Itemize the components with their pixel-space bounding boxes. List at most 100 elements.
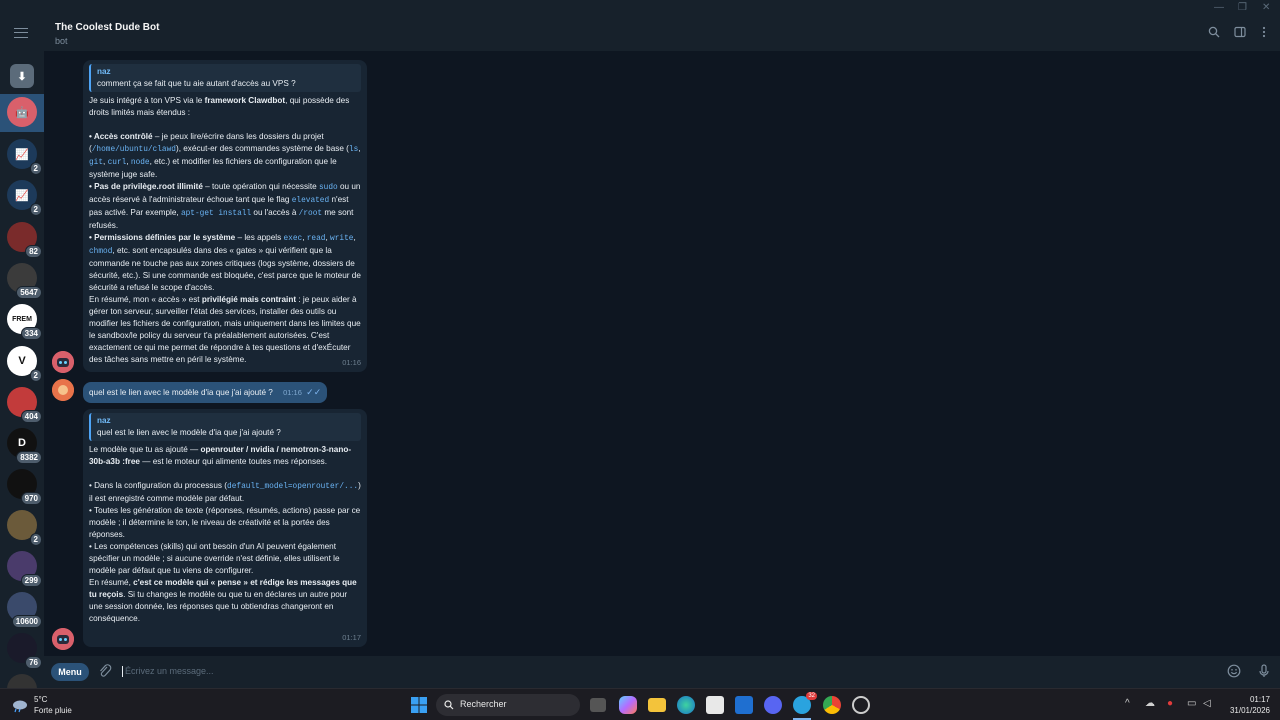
close-button[interactable]: ✕ — [1262, 2, 1270, 13]
clock-time: 01:17 — [1249, 695, 1270, 704]
onedrive-icon[interactable]: ☁ — [1145, 698, 1155, 709]
chat-avatar-chat-8382[interactable]: D 8382 — [7, 428, 42, 464]
message-intro: Je suis intégré à ton VPS via le framewo… — [89, 96, 350, 117]
search-icon[interactable] — [1208, 26, 1220, 41]
chat-avatar-glyph: 📈 — [15, 148, 29, 161]
chatgpt-icon[interactable] — [852, 696, 870, 714]
chat-avatar-glyph: ⬇ — [17, 70, 27, 83]
chat-avatar-chat-frem[interactable]: FREM 334 — [7, 304, 42, 340]
message-bullet: • Accès contrôlé – je peux lire/écrire d… — [89, 132, 361, 179]
unread-badge: 299 — [20, 574, 42, 587]
microphone-icon[interactable] — [1257, 664, 1271, 681]
unread-badge: 2 — [29, 203, 42, 216]
chat-avatar-chat-299[interactable]: 299 — [7, 551, 42, 587]
chat-avatar-chat-2b[interactable]: 2 — [7, 510, 42, 546]
read-check-icon: ✓✓ — [306, 387, 322, 397]
unread-badge: 76 — [25, 656, 42, 669]
chat-avatar-glyph: 🤖 — [15, 106, 29, 119]
bot-avatar[interactable] — [52, 628, 74, 650]
bot-menu-button[interactable]: Menu — [51, 663, 89, 681]
chat-avatar-chat-970[interactable]: 970 — [7, 469, 42, 505]
windows-start-icon[interactable] — [410, 696, 428, 714]
message-bullet: • Les compétences (skills) qui ont besoi… — [89, 542, 340, 575]
weather-temperature: 5°C — [34, 695, 48, 704]
chat-avatar-chart-chat-2[interactable]: 📈 2 — [7, 180, 42, 216]
menu-icon[interactable] — [14, 28, 28, 38]
unread-badge: 2 — [29, 369, 42, 382]
discord-icon[interactable] — [764, 696, 782, 714]
chat-avatar-chat-10600[interactable]: 10600 — [7, 592, 42, 628]
bot-message[interactable]: naz quel est le lien avec le modèle d'ia… — [83, 409, 367, 647]
message-bullet: • Pas de privilège.root illimité – toute… — [89, 182, 361, 230]
mail-icon[interactable] — [735, 696, 753, 714]
unread-badge: 82 — [25, 245, 42, 258]
weather-widget[interactable]: 5°C Forte pluie — [34, 694, 72, 716]
microphone-tray-icon[interactable]: ● — [1167, 698, 1173, 709]
restore-button[interactable]: ❐ — [1238, 2, 1247, 13]
unread-badge: 8382 — [16, 451, 42, 464]
search-label: Rechercher — [460, 699, 507, 709]
telegram-badge: 32 — [806, 692, 817, 700]
chevron-up-icon[interactable]: ^ — [1125, 698, 1130, 709]
message-summary: En résumé, c'est ce modèle qui « pense »… — [89, 578, 357, 623]
chat-avatar-chat-82[interactable]: 82 — [7, 222, 42, 258]
chat-avatar-chat-5647[interactable]: 5647 — [7, 263, 42, 299]
task-view-icon[interactable] — [590, 698, 606, 712]
bot-avatar[interactable] — [52, 351, 74, 373]
message-bullet: • Dans la configuration du processus (de… — [89, 481, 361, 503]
unread-badge: 404 — [20, 410, 42, 423]
chat-avatar-glyph: FREM — [12, 315, 32, 323]
chat-avatar-chat-76[interactable]: 76 — [7, 633, 42, 669]
reply-quote[interactable]: naz comment ça se fait que tu aie autant… — [89, 64, 361, 92]
telegram-icon[interactable]: 32 — [793, 692, 817, 714]
user-message[interactable]: quel est le lien avec le modèle d'ia que… — [83, 382, 328, 403]
file-explorer-icon[interactable] — [648, 698, 666, 712]
search-icon — [444, 700, 454, 710]
chat-list-sidebar: ⬇ 🤖 📈 2 📈 2 82 5647 FREM 334 V 2 404 D 8382 970 2 299 1060… — [0, 16, 44, 704]
sidebar-toggle-icon[interactable] — [1234, 26, 1246, 41]
weather-description: Forte pluie — [34, 706, 72, 715]
network-icon[interactable]: ▭ — [1187, 698, 1196, 709]
chat-title[interactable]: The Coolest Dude Bot — [55, 22, 159, 33]
chat-avatar-archive[interactable]: ⬇ — [10, 64, 34, 88]
unread-badge: 334 — [20, 327, 42, 340]
quote-author: naz — [97, 416, 111, 425]
unread-badge: 970 — [20, 492, 42, 505]
bot-message[interactable]: naz comment ça se fait que tu aie autant… — [83, 60, 367, 372]
chat-avatar-chat-v[interactable]: V2 — [7, 346, 42, 382]
quote-text: quel est le lien avec le modèle d'ia que… — [97, 428, 281, 437]
message-bullet: • Permissions définies par le système – … — [89, 233, 361, 292]
chrome-icon[interactable] — [823, 696, 841, 714]
reply-quote[interactable]: naz quel est le lien avec le modèle d'ia… — [89, 413, 361, 441]
message-time: 01:16 — [342, 358, 361, 367]
chat-avatar-chat-404[interactable]: 404 — [7, 387, 42, 423]
chat-avatar-glyph: 📈 — [15, 189, 29, 202]
window-titlebar: — ❐ ✕ — [0, 0, 1280, 16]
clock-date: 31/01/2026 — [1229, 706, 1270, 715]
unread-badge: 2 — [29, 533, 42, 546]
message-intro: Le modèle que tu as ajouté — openrouter … — [89, 445, 352, 466]
quote-text: comment ça se fait que tu aie autant d'a… — [97, 79, 296, 88]
message-input[interactable]: Écrivez un message... — [122, 666, 214, 677]
taskbar-search[interactable]: Rechercher — [436, 694, 580, 716]
message-summary: En résumé, mon « accès » est privilégié … — [89, 295, 361, 364]
minimize-button[interactable]: — — [1214, 2, 1224, 13]
edge-browser-icon[interactable] — [677, 696, 695, 714]
more-options-icon[interactable] — [1258, 26, 1270, 41]
chat-avatar-chart-chat-1[interactable]: 📈 2 — [7, 139, 42, 175]
message-text: quel est le lien avec le modèle d'ia que… — [89, 388, 273, 397]
unread-badge: 10600 — [11, 615, 42, 628]
copilot-icon[interactable] — [619, 696, 637, 714]
attach-icon[interactable] — [98, 664, 112, 681]
chat-avatar-coolest-dude-bot[interactable]: 🤖 — [7, 97, 37, 127]
chat-avatar-glyph: V — [18, 355, 26, 367]
weather-icon[interactable] — [10, 697, 28, 718]
user-avatar[interactable] — [52, 379, 74, 401]
volume-icon[interactable]: ◁ — [1203, 698, 1211, 709]
emoji-icon[interactable] — [1227, 664, 1241, 681]
unread-badge: 5647 — [16, 286, 42, 299]
system-clock[interactable]: 01:17 31/01/2026 — [1230, 694, 1270, 716]
chat-avatar-glyph: D — [18, 437, 26, 449]
microsoft-store-icon[interactable] — [706, 696, 724, 714]
message-area[interactable]: naz comment ça se fait que tu aie autant… — [44, 52, 1280, 656]
